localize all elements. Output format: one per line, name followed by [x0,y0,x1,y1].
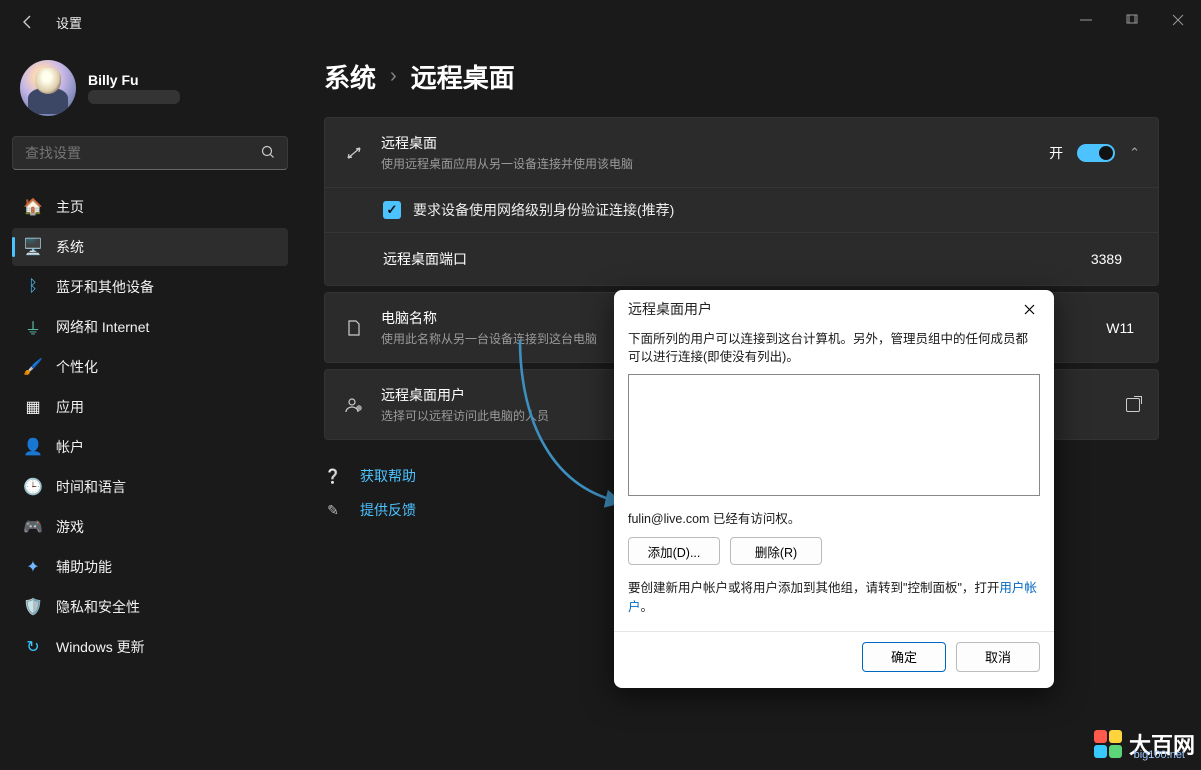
row-subtitle: 使用远程桌面应用从另一设备连接并使用该电脑 [381,155,1033,172]
chevron-right-icon: › [390,65,397,88]
watermark-logo [1093,729,1123,759]
bluetooth-icon: ᛒ [24,278,42,296]
help-icon: ❔ [324,468,342,485]
user-name: Billy Fu [88,72,180,88]
window-controls [1063,0,1201,40]
search-input[interactable] [25,145,261,161]
user-list[interactable] [628,374,1040,496]
port-label: 远程桌面端口 [383,249,1091,269]
toggle-label: 开 [1049,143,1063,163]
nav-accounts[interactable]: 👤 帐户 [12,428,288,466]
nav-system[interactable]: 🖥️ 系统 [12,228,288,266]
control-panel-note: 要创建新用户帐户或将用户添加到其他组，请转到"控制面板"，打开用户帐户。 [628,579,1040,617]
nav-network[interactable]: ⏚ 网络和 Internet [12,308,288,346]
remote-desktop-row[interactable]: 远程桌面 使用远程桌面应用从另一设备连接并使用该电脑 开 ⌃ [325,118,1158,187]
ok-button[interactable]: 确定 [862,642,946,672]
close-button[interactable] [1155,0,1201,40]
maximize-button[interactable] [1109,0,1155,40]
nav-apps[interactable]: ▦ 应用 [12,388,288,426]
person-icon: 👤 [24,438,42,456]
access-note: fulin@live.com 已经有访问权。 [628,508,1040,527]
breadcrumb: 系统 › 远程桌面 [324,58,1159,95]
users-icon [343,395,365,415]
home-icon: 🏠 [24,198,42,216]
file-icon [343,319,365,337]
pc-name-value: W11 [1106,320,1134,336]
nav-home[interactable]: 🏠 主页 [12,188,288,226]
sidebar: Billy Fu 🏠 主页 🖥️ 系统 ᛒ 蓝牙和其他设备 ⏚ 网络和 Internet… [0,44,300,770]
feedback-icon: ✎ [324,502,342,519]
link-text[interactable]: 提供反馈 [360,500,416,520]
window-title: 设置 [56,13,82,32]
nav-label: 蓝牙和其他设备 [56,277,154,297]
nav-privacy[interactable]: 🛡️ 隐私和安全性 [12,588,288,626]
note-suffix: 。 [641,600,654,614]
nav-update[interactable]: ↻ Windows 更新 [12,628,288,666]
nav-label: 主页 [56,197,84,217]
nav-gaming[interactable]: 🎮 游戏 [12,508,288,546]
remote-icon [343,143,365,163]
dialog-close-button[interactable] [1018,298,1040,320]
avatar [20,60,76,116]
accessibility-icon: ✦ [24,558,42,576]
system-icon: 🖥️ [24,238,42,256]
search-box[interactable] [12,136,288,170]
nav-label: 个性化 [56,357,98,377]
remote-desktop-toggle[interactable] [1077,144,1115,162]
clock-icon: 🕒 [24,478,42,496]
back-button[interactable] [8,2,48,42]
external-link-icon [1126,398,1140,412]
nla-row[interactable]: ✓ 要求设备使用网络级别身份验证连接(推荐) [325,187,1158,232]
nav-label: 系统 [56,237,84,257]
titlebar: 设置 [0,0,1201,44]
remove-user-button[interactable]: 删除(R) [730,537,822,565]
nav-list: 🏠 主页 🖥️ 系统 ᛒ 蓝牙和其他设备 ⏚ 网络和 Internet 🖌️ 个性化 ▦ 应… [12,188,288,666]
search-icon [261,145,275,162]
chevron-up-icon[interactable]: ⌃ [1129,145,1140,161]
nav-bluetooth[interactable]: ᛒ 蓝牙和其他设备 [12,268,288,306]
user-email [88,90,180,104]
minimize-button[interactable] [1063,0,1109,40]
nav-label: 隐私和安全性 [56,597,140,617]
nav-label: Windows 更新 [56,637,145,657]
link-text[interactable]: 获取帮助 [360,466,416,486]
shield-icon: 🛡️ [24,598,42,616]
brush-icon: 🖌️ [24,358,42,376]
nav-personalization[interactable]: 🖌️ 个性化 [12,348,288,386]
nla-label: 要求设备使用网络级别身份验证连接(推荐) [413,200,674,220]
user-block[interactable]: Billy Fu [12,52,288,132]
row-title: 远程桌面 [381,133,1033,153]
watermark: 大百网 big100.net [1093,728,1195,760]
watermark-sub: big100.net [1134,749,1185,761]
nav-label: 游戏 [56,517,84,537]
nav-label: 时间和语言 [56,477,126,497]
nav-label: 帐户 [56,437,84,457]
dialog-description: 下面所列的用户可以连接到这台计算机。另外，管理员组中的任何成员都可以进行连接(即… [628,330,1040,366]
dialog-body: 下面所列的用户可以连接到这台计算机。另外，管理员组中的任何成员都可以进行连接(即… [614,326,1054,631]
breadcrumb-parent[interactable]: 系统 [324,58,376,95]
apps-icon: ▦ [24,398,42,416]
breadcrumb-current: 远程桌面 [411,58,515,95]
game-icon: 🎮 [24,518,42,536]
port-row: 远程桌面端口 3389 [325,232,1158,285]
nav-label: 网络和 Internet [56,317,149,337]
note-prefix: 要创建新用户帐户或将用户添加到其他组，请转到"控制面板"，打开 [628,581,999,595]
nav-label: 辅助功能 [56,557,112,577]
arrow-left-icon [20,14,36,30]
remote-desktop-card: 远程桌面 使用远程桌面应用从另一设备连接并使用该电脑 开 ⌃ ✓ 要求设备使用网… [324,117,1159,286]
remote-users-dialog: 远程桌面用户 下面所列的用户可以连接到这台计算机。另外，管理员组中的任何成员都可… [614,290,1054,688]
nav-accessibility[interactable]: ✦ 辅助功能 [12,548,288,586]
cancel-button[interactable]: 取消 [956,642,1040,672]
nav-time-language[interactable]: 🕒 时间和语言 [12,468,288,506]
close-icon [1024,304,1035,315]
port-value: 3389 [1091,251,1122,267]
dialog-footer: 确定 取消 [614,631,1054,688]
add-user-button[interactable]: 添加(D)... [628,537,720,565]
nav-label: 应用 [56,397,84,417]
dialog-header: 远程桌面用户 [614,290,1054,326]
dialog-title: 远程桌面用户 [628,299,712,319]
update-icon: ↻ [24,638,42,656]
nla-checkbox[interactable]: ✓ [383,201,401,219]
wifi-icon: ⏚ [24,318,42,336]
